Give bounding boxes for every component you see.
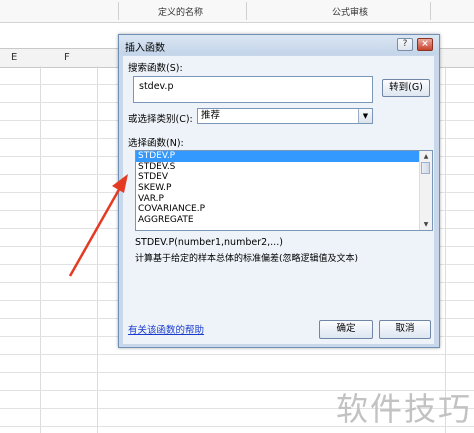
search-function-label: 搜索函数(S):: [128, 63, 183, 74]
category-label: 或选择类别(C):: [128, 114, 193, 125]
dialog-body: 搜索函数(S): stdev.p 转到(G) 或选择类别(C): 推荐 ▼ 选择…: [123, 56, 434, 344]
function-signature: STDEV.P(number1,number2,...): [135, 237, 283, 248]
list-item[interactable]: VAR.P: [136, 194, 432, 205]
list-item[interactable]: STDEV.S: [136, 162, 432, 173]
scrollbar-thumb[interactable]: [421, 162, 430, 174]
ribbon-group-strip: 定义的名称 公式审核: [0, 0, 474, 23]
column-header-e[interactable]: E: [11, 52, 17, 63]
list-item[interactable]: STDEV: [136, 172, 432, 183]
chevron-down-icon[interactable]: ▼: [358, 109, 372, 123]
ribbon-separator: [246, 2, 247, 20]
dialog-title: 插入函数: [125, 43, 165, 54]
ribbon-separator: [118, 2, 119, 20]
dialog-titlebar[interactable]: 插入函数 ? ×: [119, 35, 439, 55]
insert-function-dialog: 插入函数 ? × 搜索函数(S): stdev.p 转到(G) 或选择类别(C)…: [118, 34, 440, 348]
cancel-button[interactable]: 取消: [379, 320, 431, 339]
category-selected-value: 推荐: [201, 110, 221, 121]
grid-line: [445, 66, 446, 433]
function-list[interactable]: STDEV.P STDEV.S STDEV SKEW.P VAR.P COVAR…: [135, 150, 433, 231]
ribbon-group-defined-names: 定义的名称: [158, 8, 204, 18]
goto-button[interactable]: 转到(G): [382, 79, 430, 97]
watermark-text: 软件技巧: [336, 390, 473, 428]
category-select[interactable]: 推荐 ▼: [197, 108, 373, 124]
list-item[interactable]: SKEW.P: [136, 183, 432, 194]
close-icon[interactable]: ×: [417, 38, 433, 51]
function-list-label: 选择函数(N):: [128, 138, 184, 149]
grid-line: [0, 354, 474, 355]
ok-button[interactable]: 确定: [319, 320, 373, 339]
function-description: 计算基于给定的样本总体的标准偏差(忽略逻辑值及文本): [135, 254, 359, 264]
grid-line: [97, 66, 98, 433]
function-help-link[interactable]: 有关该函数的帮助: [128, 322, 204, 336]
search-function-input[interactable]: stdev.p: [133, 76, 373, 103]
list-item[interactable]: AGGREGATE: [136, 215, 432, 226]
list-item[interactable]: COVARIANCE.P: [136, 204, 432, 215]
scroll-up-icon[interactable]: ▲: [420, 151, 432, 162]
list-item-selected[interactable]: STDEV.P: [136, 151, 421, 162]
column-header-f[interactable]: F: [64, 52, 70, 63]
ribbon-group-formula-auditing: 公式审核: [332, 8, 369, 18]
ribbon-separator: [430, 2, 431, 20]
scroll-down-icon[interactable]: ▼: [420, 219, 432, 230]
help-icon[interactable]: ?: [397, 38, 413, 51]
annotation-arrow-shaft: [68, 185, 123, 277]
function-list-scrollbar[interactable]: ▲ ▼: [419, 151, 432, 230]
grid-line: [40, 66, 41, 433]
grid-line: [0, 372, 474, 373]
